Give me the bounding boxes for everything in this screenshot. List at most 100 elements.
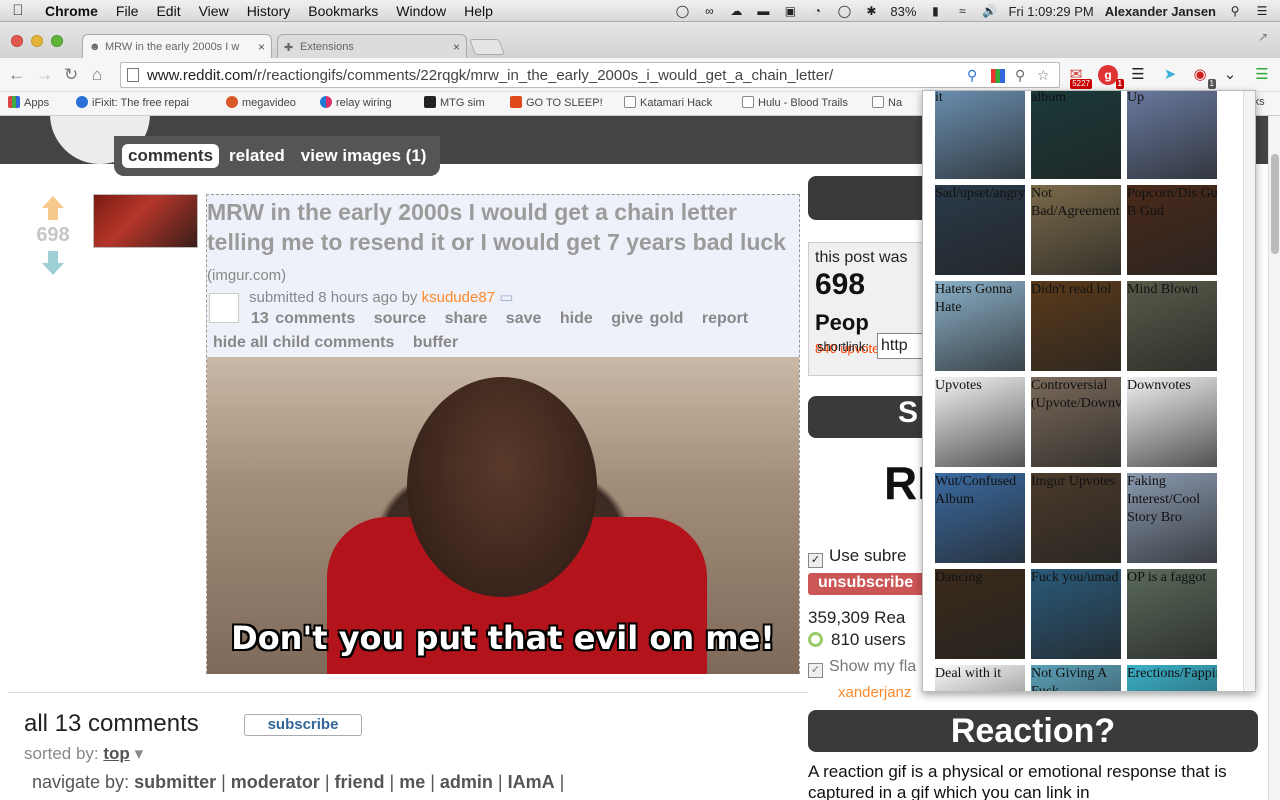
save-link[interactable]: save [506,310,542,327]
reaction-gif-cell[interactable]: Upvotes [935,377,1025,467]
tab-comments[interactable]: comments [122,144,220,168]
address-bar[interactable]: www.reddit.com/r/reactiongifs/comments/2… [120,62,1060,88]
close-window-button[interactable] [11,35,23,47]
reaction-gif-cell[interactable]: Dancing [935,569,1025,659]
nav-admin[interactable]: admin [440,772,493,792]
reaction-gif-cell[interactable]: Didn't read lol [1031,281,1121,371]
unsubscribe-button[interactable]: unsubscribe [808,573,923,595]
menu-window[interactable]: Window [387,3,455,19]
zoom-icon[interactable]: ⚲ [1015,67,1025,84]
checkbox-checked-icon[interactable]: ✓ [808,553,823,568]
search-page-icon[interactable]: ⚲ [967,67,977,84]
color-picker-icon[interactable] [991,69,1005,83]
adblock-icon[interactable]: ◉ 1 [1190,65,1216,89]
cloud-icon[interactable]: ☁ [728,4,744,18]
nav-iama[interactable]: IAmA [508,772,555,792]
reaction-gif-cell[interactable]: Not Giving A Fuck [1031,665,1121,691]
home-icon[interactable]: ⌂ [92,65,102,85]
nav-me[interactable]: me [399,772,425,792]
tab-view-images[interactable]: view images (1) [295,144,433,168]
drive-icon[interactable]: ▬ [755,4,771,18]
apple-icon[interactable]:  [0,2,36,19]
google-plus-icon[interactable]: g1 [1098,65,1124,89]
scrollbar-thumb[interactable] [1271,154,1279,254]
reaction-gif-cell[interactable]: Downvotes [1127,377,1217,467]
bookmark-na[interactable]: Na [872,96,902,109]
sort-dropdown[interactable]: top [103,744,129,763]
reaction-gif-cell[interactable]: Fuck you/umad [1031,569,1121,659]
comments-link[interactable]: 13 comments [251,310,355,327]
menu-view[interactable]: View [190,3,238,19]
volume-icon[interactable]: 🔊 [981,4,997,18]
battery-percent[interactable]: 83% [890,4,916,19]
chevron-down-icon[interactable]: ⌄ [1220,65,1240,85]
notification-center-icon[interactable]: ☰ [1254,4,1270,18]
minimize-window-button[interactable] [31,35,43,47]
paper-plane-icon[interactable]: ➤ [1160,65,1180,85]
bookmark-star-icon[interactable]: ☆ [1037,67,1050,84]
headphones-icon[interactable]: ◯ [674,4,690,18]
chrome-menu-icon[interactable]: ☰ [1252,65,1272,85]
spotlight-search-icon[interactable]: ⚲ [1227,4,1243,18]
paperclip-icon[interactable]: ∞ [701,4,717,18]
menubar-clock[interactable]: Fri 1:09:29 PM [1008,4,1093,19]
url-text[interactable]: www.reddit.com/r/reactiongifs/comments/2… [147,67,833,84]
gmail-icon[interactable]: ✉ 5227 [1066,65,1092,89]
menu-help[interactable]: Help [455,3,502,19]
reaction-gif-cell[interactable]: album [1031,91,1121,179]
post-thumbnail[interactable] [93,194,198,248]
close-icon[interactable]: × [453,40,460,54]
tab-extensions[interactable]: ✚ Extensions × [277,34,467,58]
bookmark-katamari-hack[interactable]: Katamari Hack [624,96,712,109]
wifi-icon[interactable]: ≈ [954,4,970,18]
reaction-gif-cell[interactable]: Imgur Upvotes [1031,473,1121,563]
reaction-gif-cell[interactable]: Faking Interest/Cool Story Bro [1127,473,1217,563]
reaction-gif-cell[interactable]: Up [1127,91,1217,179]
subscribe-button[interactable]: subscribe [244,714,362,736]
menubar-user[interactable]: Alexander Jansen [1105,4,1216,19]
post-title-text[interactable]: MRW in the early 2000s I would get a cha… [207,199,786,255]
use-subreddit-style-row[interactable]: ✓ Use subre [808,546,906,568]
back-arrow-icon[interactable]: ← [8,65,25,85]
reaction-gif-cell[interactable]: Not Bad/Agreement [1031,185,1121,275]
reaction-gif-cell[interactable]: Haters Gonna Hate [935,281,1025,371]
buffer-icon[interactable]: ☰ [1128,65,1148,85]
reaction-gif-cell[interactable]: Controversial (Upvote/Downvote) [1031,377,1121,467]
reaction-gif-cell[interactable]: Wut/Confused Album [935,473,1025,563]
show-flair-row[interactable]: ✓ Show my fla [808,658,916,678]
downvote-arrow-icon[interactable] [30,251,76,275]
app-window-icon[interactable]: ▣ [782,4,798,18]
close-icon[interactable]: × [258,40,265,54]
fullscreen-icon[interactable]: ↗ [1258,30,1268,44]
menu-file[interactable]: File [107,3,148,19]
popup-scrollbar[interactable] [1243,91,1255,691]
bookmark-relay-wiring[interactable]: relay wiring [320,96,392,109]
reaction-gif-cell[interactable]: it [935,91,1025,179]
zoom-window-button[interactable] [51,35,63,47]
bookmark-mtg-sim[interactable]: MTG sim [424,96,485,109]
post-gif-image[interactable]: Don't you put that evil on me! [207,357,799,674]
menu-bookmarks[interactable]: Bookmarks [299,3,387,19]
forward-arrow-icon[interactable]: → [36,65,53,85]
source-link[interactable]: source [374,310,426,327]
bookmark-apps[interactable]: Apps [8,96,49,109]
share-link[interactable]: share [445,310,488,327]
reload-icon[interactable]: ↻ [64,65,78,85]
bookmark-hulu[interactable]: Hulu - Blood Trails [742,96,848,109]
reaction-gif-cell[interactable]: Erections/Fapping [1127,665,1217,691]
menu-app-chrome[interactable]: Chrome [36,3,107,19]
time-machine-icon[interactable]: ◔ [809,4,825,18]
checkbox-checked-icon[interactable]: ✓ [808,663,823,678]
nav-submitter[interactable]: submitter [134,772,216,792]
nav-moderator[interactable]: moderator [231,772,320,792]
battery-icon[interactable]: ▮ [927,4,943,18]
reaction-gif-cell[interactable]: Deal with it [935,665,1025,691]
submit-link-box[interactable] [808,176,923,220]
post-domain[interactable]: (imgur.com) [207,267,286,284]
hide-all-child-comments-link[interactable]: hide all child comments [213,334,394,351]
shortlink-input[interactable]: http [877,333,927,359]
bookmark-go-to-sleep[interactable]: GO TO SLEEP! [510,96,603,109]
caret-down-icon[interactable]: ▾ [135,744,144,763]
nav-friend[interactable]: friend [335,772,385,792]
reaction-gif-cell[interactable]: Mind Blown [1127,281,1217,371]
